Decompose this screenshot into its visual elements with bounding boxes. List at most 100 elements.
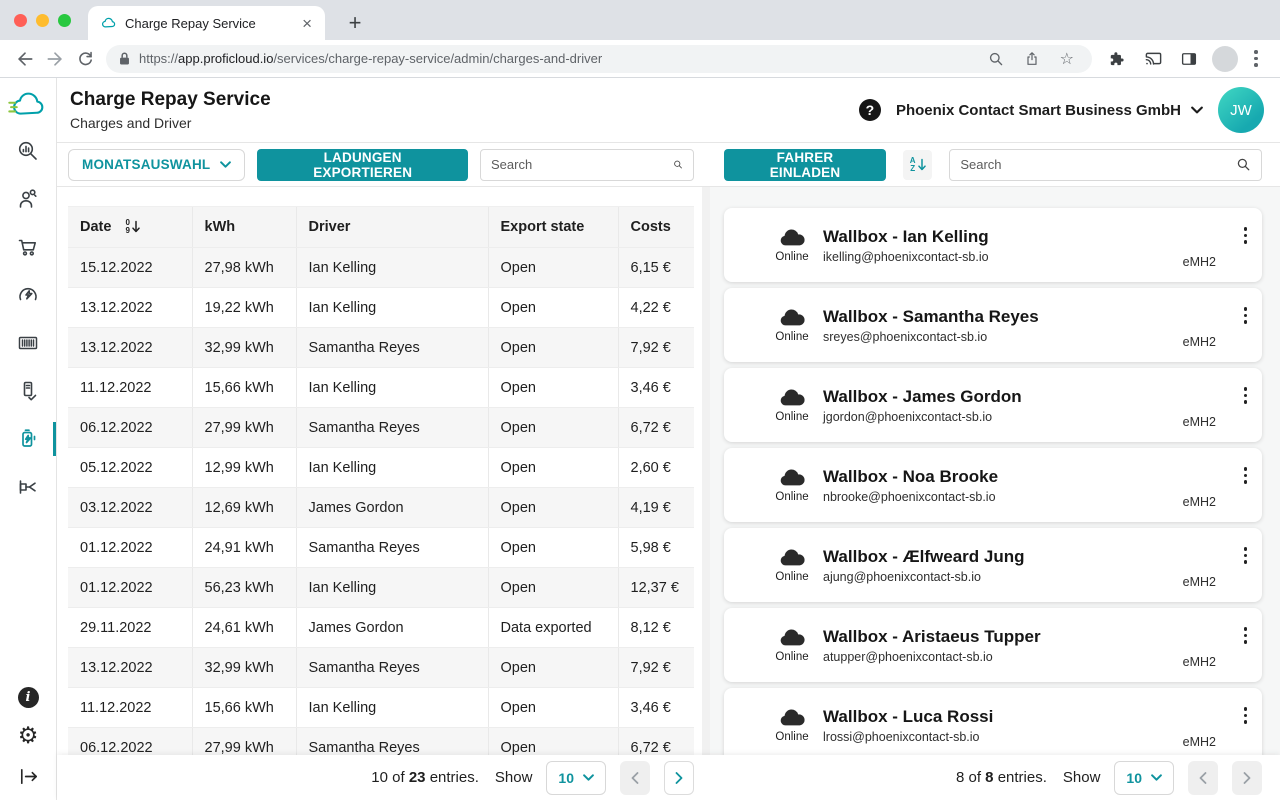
sidebar-item-charge-repay[interactable] <box>0 415 56 463</box>
table-row[interactable]: 29.11.2022 24,61 kWh James Gordon Data e… <box>68 608 694 648</box>
cell-kwh: 24,91 kWh <box>192 528 296 568</box>
status-label: Online <box>775 411 808 423</box>
table-row[interactable]: 03.12.2022 12,69 kWh James Gordon Open 4… <box>68 488 694 528</box>
table-row[interactable]: 06.12.2022 27,99 kWh Samantha Reyes Open… <box>68 408 694 448</box>
profile-avatar[interactable] <box>1210 44 1240 74</box>
table-row[interactable]: 11.12.2022 15,66 kWh Ian Kelling Open 3,… <box>68 688 694 728</box>
table-row[interactable]: 13.12.2022 19,22 kWh Ian Kelling Open 4,… <box>68 288 694 328</box>
card-menu-button[interactable] <box>1240 223 1252 248</box>
window-zoom-button[interactable] <box>58 14 71 27</box>
drivers-search-input[interactable] <box>960 157 1230 172</box>
sidebar-item-connect[interactable] <box>0 463 56 511</box>
new-tab-button[interactable]: + <box>341 9 369 37</box>
table-row[interactable]: 05.12.2022 12,99 kWh Ian Kelling Open 2,… <box>68 448 694 488</box>
drivers-next-page-button[interactable] <box>1232 761 1262 795</box>
driver-card[interactable]: Online Wallbox - Aristaeus Tupper atuppe… <box>724 608 1262 682</box>
cell-export-state: Open <box>488 248 618 288</box>
table-row[interactable]: 06.12.2022 27,99 kWh Samantha Reyes Open… <box>68 728 694 756</box>
sidebar-item-emma[interactable] <box>0 367 56 415</box>
wallbox-title: Wallbox - Ian Kelling <box>823 227 1262 247</box>
cell-kwh: 19,22 kWh <box>192 288 296 328</box>
charges-page-size-select[interactable]: 10 <box>546 761 606 795</box>
window-minimize-button[interactable] <box>36 14 49 27</box>
card-menu-button[interactable] <box>1240 463 1252 488</box>
back-button[interactable] <box>10 44 40 74</box>
driver-card[interactable]: Online Wallbox - Samantha Reyes sreyes@p… <box>724 288 1262 362</box>
browser-tab-strip: Charge Repay Service × + <box>0 0 1280 40</box>
share-icon <box>1024 51 1040 67</box>
reload-button[interactable] <box>70 44 100 74</box>
cell-date: 01.12.2022 <box>68 528 192 568</box>
alpha-sort-button[interactable]: AZ <box>903 150 932 180</box>
driver-card[interactable]: Online Wallbox - Ian Kelling ikelling@ph… <box>724 208 1262 282</box>
search-icon <box>673 157 683 172</box>
drivers-prev-page-button[interactable] <box>1188 761 1218 795</box>
company-switcher[interactable]: Phoenix Contact Smart Business GmbH <box>896 102 1203 119</box>
sidebar-item-monitoring[interactable] <box>0 127 56 175</box>
column-header-date[interactable]: Date 09 <box>68 207 192 248</box>
column-header-driver: Driver <box>296 207 488 248</box>
user-avatar[interactable]: JW <box>1218 87 1264 133</box>
side-panel-button[interactable] <box>1174 44 1204 74</box>
cast-icon <box>1144 49 1163 68</box>
charges-entries-summary: 10 of 23 entries. <box>371 769 479 786</box>
cast-button[interactable] <box>1138 44 1168 74</box>
card-menu-button[interactable] <box>1240 623 1252 648</box>
chevron-right-icon <box>1243 772 1251 784</box>
monitoring-icon <box>16 139 40 163</box>
cell-date: 01.12.2022 <box>68 568 192 608</box>
driver-card[interactable]: Online Wallbox - Ælfweard Jung ajung@pho… <box>724 528 1262 602</box>
wallbox-model: eMH2 <box>1183 335 1216 349</box>
sidebar-item-logout[interactable] <box>17 765 40 788</box>
table-row[interactable]: 15.12.2022 27,98 kWh Ian Kelling Open 6,… <box>68 248 694 288</box>
help-button[interactable]: ? <box>859 99 881 121</box>
card-menu-button[interactable] <box>1240 303 1252 328</box>
cell-date: 11.12.2022 <box>68 368 192 408</box>
sidebar-item-info[interactable]: i <box>18 687 39 708</box>
table-row[interactable]: 11.12.2022 15,66 kWh Ian Kelling Open 3,… <box>68 368 694 408</box>
drivers-page-size-select[interactable]: 10 <box>1114 761 1174 795</box>
export-charges-button[interactable]: LADUNGEN EXPORTIEREN <box>257 149 468 181</box>
browser-menu-button[interactable] <box>1246 46 1266 71</box>
sidebar-item-settings[interactable]: ⚙ <box>18 725 39 748</box>
table-row[interactable]: 01.12.2022 56,23 kWh Ian Kelling Open 12… <box>68 568 694 608</box>
charges-search-input[interactable] <box>491 157 667 172</box>
sidebar-item-energy-management[interactable] <box>0 271 56 319</box>
tab-close-icon[interactable]: × <box>299 15 315 32</box>
driver-card[interactable]: Online Wallbox - Noa Brooke nbrooke@phoe… <box>724 448 1262 522</box>
charges-scrollbar[interactable] <box>702 187 710 755</box>
invite-driver-button[interactable]: FAHRER EINLADEN <box>724 149 886 181</box>
card-menu-button[interactable] <box>1240 383 1252 408</box>
cell-costs: 6,72 € <box>618 408 694 448</box>
card-menu-button[interactable] <box>1240 543 1252 568</box>
table-row[interactable]: 13.12.2022 32,99 kWh Samantha Reyes Open… <box>68 648 694 688</box>
share-button[interactable] <box>1018 51 1046 67</box>
card-status: Online <box>770 547 814 583</box>
search-this-page-button[interactable] <box>982 51 1010 67</box>
cell-driver: Ian Kelling <box>296 368 488 408</box>
extensions-button[interactable] <box>1102 44 1132 74</box>
driver-card[interactable]: Online Wallbox - James Gordon jgordon@ph… <box>724 368 1262 442</box>
window-close-button[interactable] <box>14 14 27 27</box>
status-label: Online <box>775 331 808 343</box>
sidebar-item-store[interactable] <box>0 223 56 271</box>
sidebar-item-user-management[interactable] <box>0 175 56 223</box>
url-field[interactable]: https://app.proficloud.io/services/charg… <box>106 45 1092 73</box>
browser-tab[interactable]: Charge Repay Service × <box>88 6 325 40</box>
charges-prev-page-button[interactable] <box>620 761 650 795</box>
charges-next-page-button[interactable] <box>664 761 694 795</box>
charges-panel: Date 09 kWh Driver Export state C <box>57 187 710 755</box>
question-icon: ? <box>866 102 875 118</box>
card-menu-button[interactable] <box>1240 703 1252 728</box>
search-icon <box>1236 157 1251 172</box>
table-row[interactable]: 13.12.2022 32,99 kWh Samantha Reyes Open… <box>68 328 694 368</box>
bookmark-button[interactable]: ☆ <box>1054 49 1080 68</box>
driver-card[interactable]: Online Wallbox - Luca Rossi lrossi@phoen… <box>724 688 1262 755</box>
wallbox-model: eMH2 <box>1183 495 1216 509</box>
column-header-export-state: Export state <box>488 207 618 248</box>
table-row[interactable]: 01.12.2022 24,91 kWh Samantha Reyes Open… <box>68 528 694 568</box>
forward-button[interactable] <box>40 44 70 74</box>
cell-costs: 7,92 € <box>618 648 694 688</box>
month-select-button[interactable]: MONATSAUSWAHL <box>68 149 245 181</box>
sidebar-item-device-management[interactable] <box>0 319 56 367</box>
